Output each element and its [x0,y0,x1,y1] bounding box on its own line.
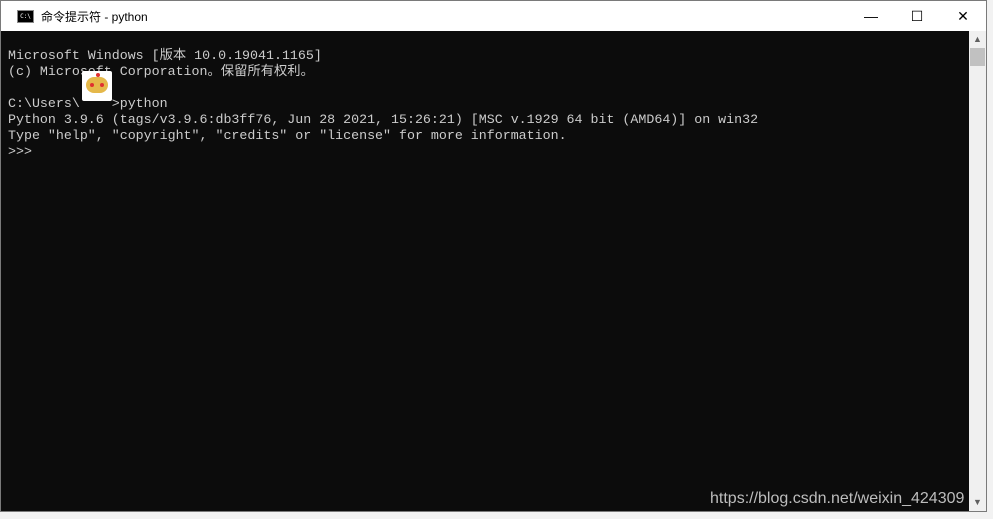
console-line: (c) Microsoft Corporation。保留所有权利。 [8,64,314,79]
window-title: 命令提示符 - python [41,9,148,24]
scrollbar-thumb[interactable] [970,48,985,66]
cmd-window: C:\ 命令提示符 - python — ☐ ✕ Microsoft Windo… [0,0,987,512]
console-line: Type "help", "copyright", "credits" or "… [8,128,567,143]
minimize-button[interactable]: — [848,1,894,31]
console-line: Python 3.9.6 (tags/v3.9.6:db3ff76, Jun 2… [8,112,759,127]
vertical-scrollbar[interactable]: ▲ ▼ [969,31,986,511]
scroll-up-arrow-icon[interactable]: ▲ [969,31,986,48]
console-line: C:\Users\ >python [8,96,168,111]
console-output[interactable]: Microsoft Windows [版本 10.0.19041.1165] (c… [1,31,969,511]
scroll-down-arrow-icon[interactable]: ▼ [969,494,986,511]
console-prompt[interactable]: >>> [8,144,758,160]
console-line: Microsoft Windows [版本 10.0.19041.1165] [8,48,322,63]
sticker-image [82,71,112,101]
title-bar[interactable]: C:\ 命令提示符 - python — ☐ ✕ [1,1,986,31]
maximize-button[interactable]: ☐ [894,1,940,31]
cmd-icon: C:\ [17,9,34,23]
close-button[interactable]: ✕ [940,1,986,31]
watermark: https://blog.csdn.net/weixin_424309 [710,490,965,507]
